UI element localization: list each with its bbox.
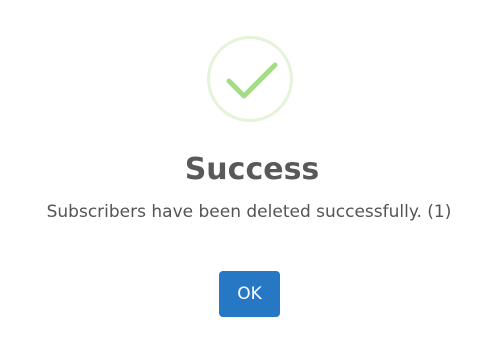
- success-checkmark-icon: [207, 36, 293, 122]
- success-dialog: Success Subscribers have been deleted su…: [0, 0, 504, 339]
- dialog-message: Subscribers have been deleted successful…: [46, 202, 452, 222]
- ok-button[interactable]: OK: [219, 271, 280, 317]
- dialog-title: Success: [184, 152, 320, 187]
